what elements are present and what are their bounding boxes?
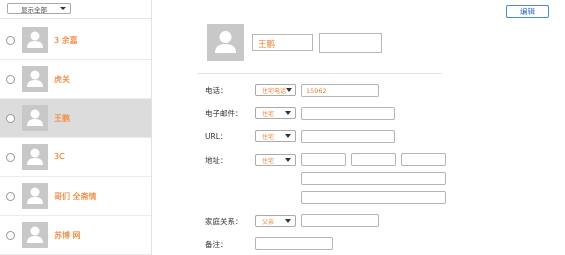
chevron-down-icon <box>60 7 66 10</box>
contact-name: 哥们 全斋情 <box>54 192 97 201</box>
notes-input[interactable] <box>255 237 333 250</box>
select-radio[interactable] <box>6 114 15 123</box>
address-field-3[interactable] <box>401 153 446 166</box>
select-radio[interactable] <box>6 192 15 201</box>
family-type-select[interactable]: 父亲 <box>255 215 296 227</box>
select-radio[interactable] <box>6 153 15 162</box>
address-street-1[interactable] <box>301 172 446 185</box>
avatar-icon <box>22 66 48 92</box>
avatar-icon <box>22 222 48 248</box>
contact-list-item[interactable]: 虎关 <box>0 60 151 99</box>
contact-name: 王鹏 <box>54 114 70 123</box>
filter-dropdown[interactable]: 显示全部 <box>7 3 71 14</box>
url-input[interactable] <box>301 130 395 143</box>
edit-button[interactable]: 编辑 <box>506 5 549 18</box>
contact-sidebar: 显示全部 3 余嘉 虎关 王鹏 3C 哥们 全斋情 苏博 网 <box>0 0 152 255</box>
email-type-value: 住宅 <box>262 110 275 118</box>
address-type-select[interactable]: 住宅 <box>255 154 296 166</box>
contact-name: 苏博 网 <box>54 231 81 240</box>
notes-label: 备注： <box>205 240 228 249</box>
address-label: 地址： <box>205 156 228 165</box>
contact-list-item[interactable]: 3 余嘉 <box>0 21 151 60</box>
url-type-select[interactable]: 住宅 <box>255 130 296 142</box>
family-type-value: 父亲 <box>262 218 275 226</box>
url-type-value: 住宅 <box>262 133 275 141</box>
contact-list-item[interactable]: 3C <box>0 138 151 177</box>
contact-list-item[interactable]: 苏博 网 <box>0 216 151 255</box>
address-street-2[interactable] <box>301 191 446 204</box>
chevron-down-icon <box>285 219 291 223</box>
address-field-1[interactable] <box>301 153 346 166</box>
secondary-name-field[interactable] <box>319 33 382 53</box>
family-label: 家庭关系： <box>205 217 243 226</box>
contact-name: 3 余嘉 <box>54 36 78 45</box>
divider <box>0 18 151 19</box>
select-radio[interactable] <box>6 36 15 45</box>
phone-label: 电话： <box>205 86 228 95</box>
address-field-2[interactable] <box>351 153 396 166</box>
chevron-down-icon <box>285 158 291 162</box>
family-input[interactable] <box>301 214 379 227</box>
avatar-icon <box>22 144 48 170</box>
contact-list-item[interactable]: 哥们 全斋情 <box>0 177 151 216</box>
contact-name: 虎关 <box>54 75 70 84</box>
contact-avatar-icon[interactable] <box>207 24 244 61</box>
avatar-icon <box>22 27 48 53</box>
filter-label: 显示全部 <box>21 5 47 14</box>
email-type-select[interactable]: 住宅 <box>255 107 296 119</box>
email-input[interactable] <box>301 107 395 120</box>
contact-list-item-selected[interactable]: 王鹏 <box>0 99 151 138</box>
address-type-value: 住宅 <box>262 157 275 165</box>
phone-type-select[interactable]: 住宅电话 <box>255 84 296 96</box>
phone-type-value: 住宅电话 <box>262 87 287 95</box>
avatar-icon <box>22 105 48 131</box>
email-label: 电子邮件： <box>205 109 243 118</box>
name-field[interactable]: 王鹏 <box>252 34 313 51</box>
phone-input[interactable]: 15962 <box>301 84 379 97</box>
select-radio[interactable] <box>6 231 15 240</box>
select-radio[interactable] <box>6 75 15 84</box>
chevron-down-icon <box>286 88 293 92</box>
divider <box>197 73 442 74</box>
chevron-down-icon <box>285 134 291 138</box>
contact-name: 3C <box>54 152 65 161</box>
url-label: URL： <box>205 132 228 141</box>
avatar-icon <box>22 183 48 209</box>
chevron-down-icon <box>285 111 291 115</box>
